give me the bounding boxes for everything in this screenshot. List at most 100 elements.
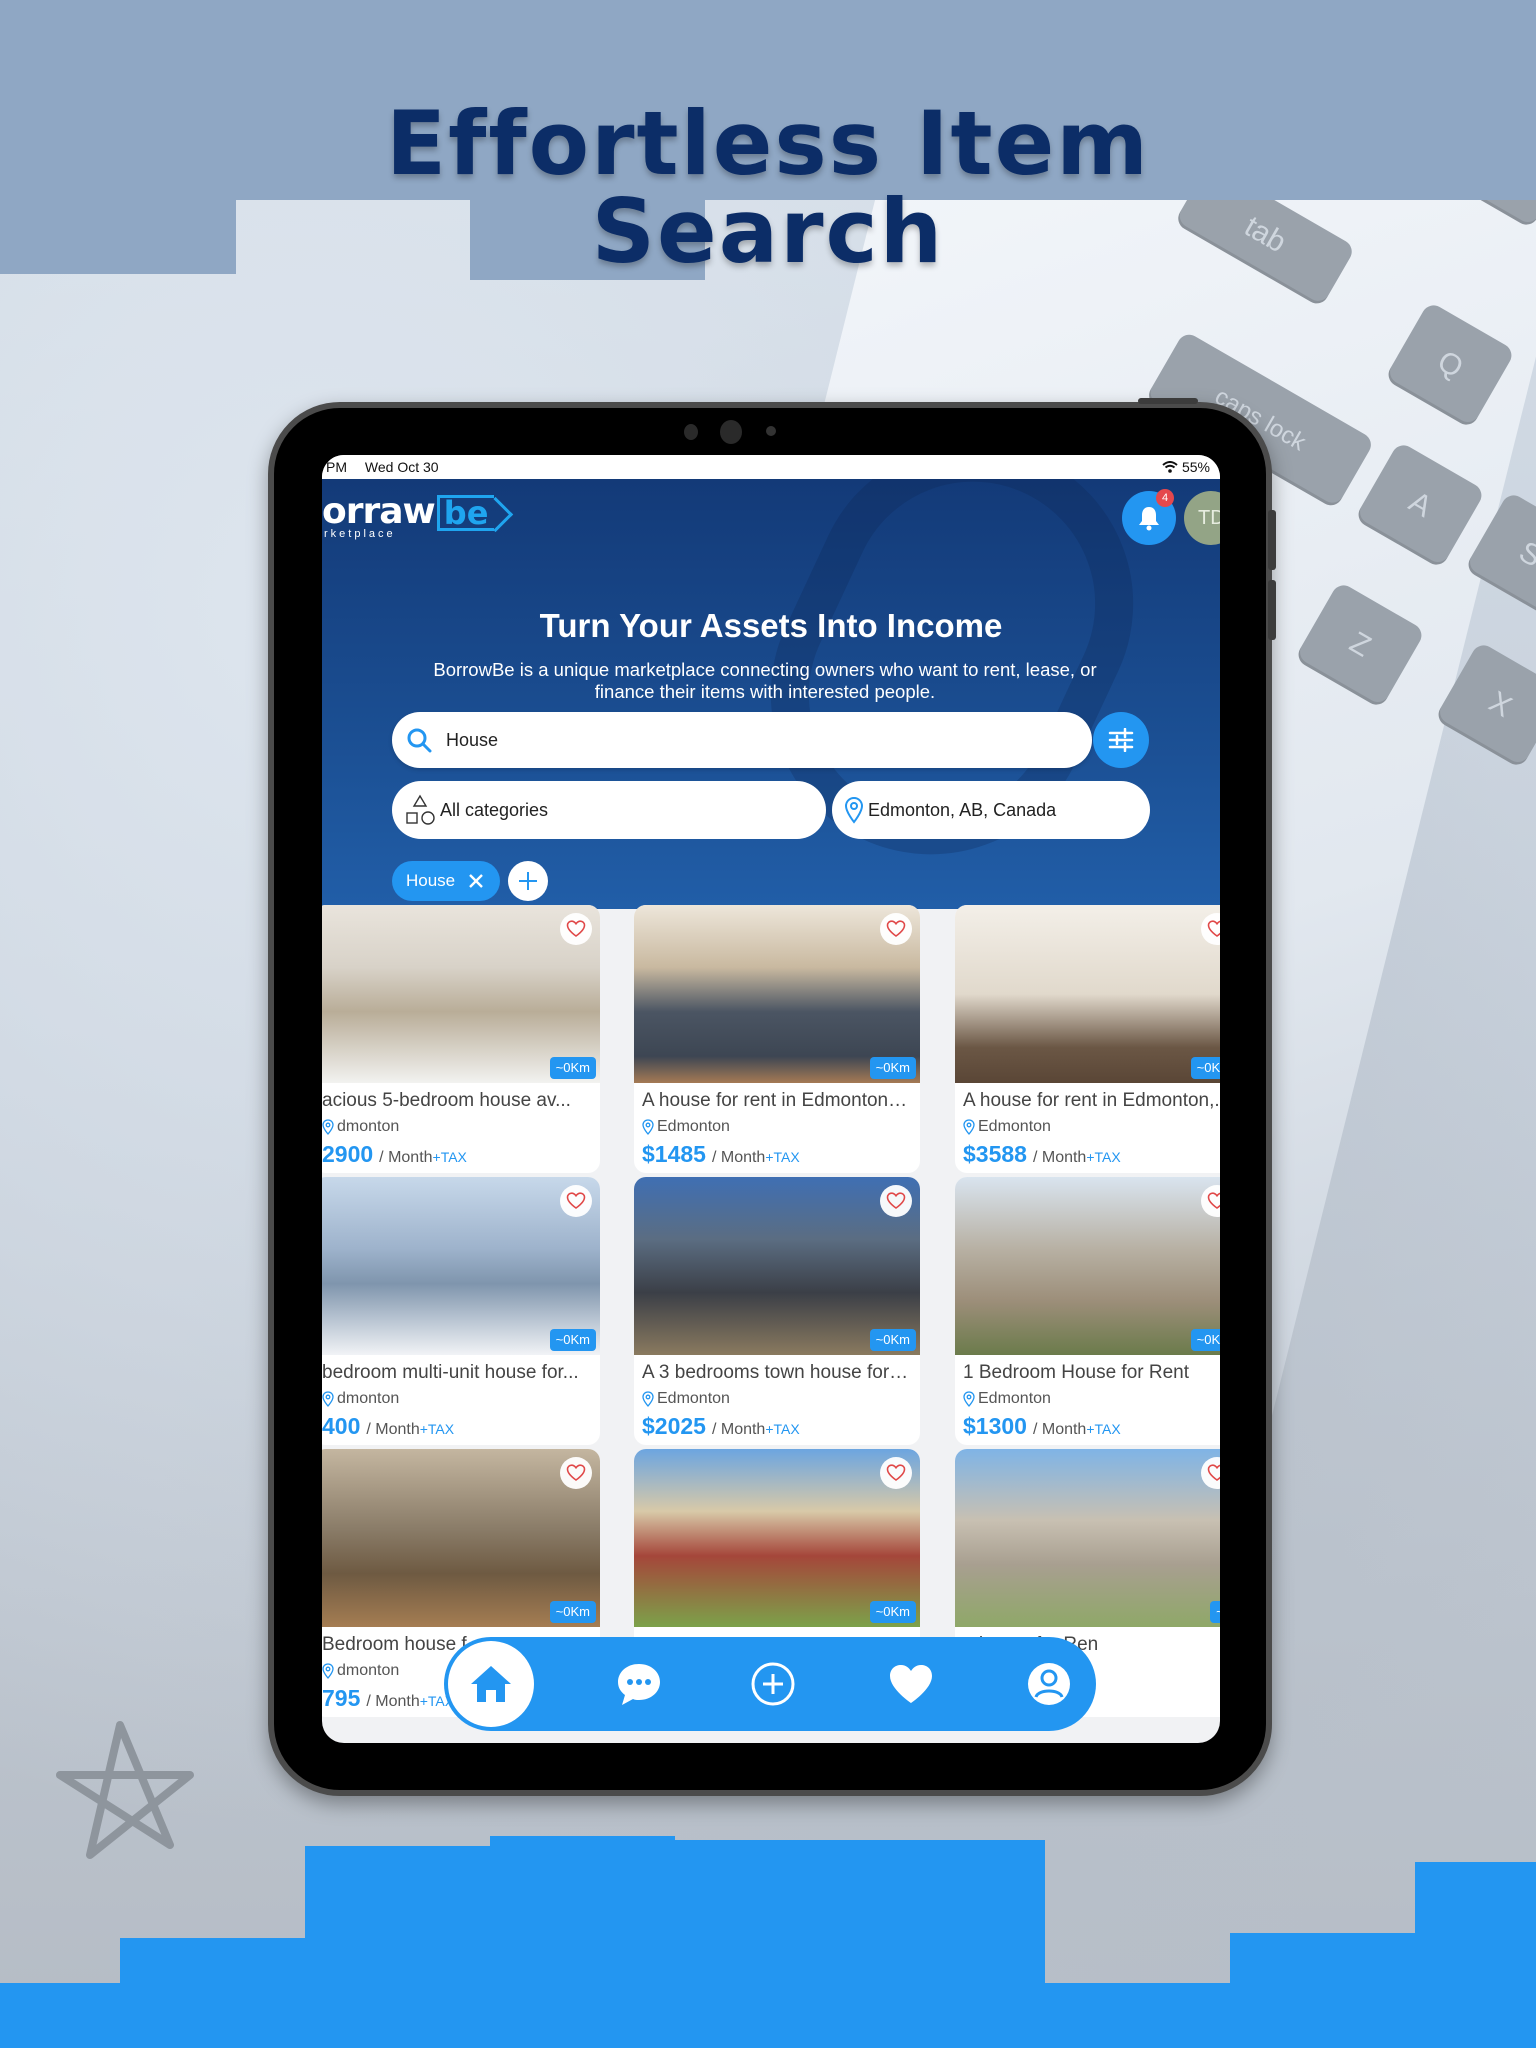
- nav-profile[interactable]: [1004, 1637, 1094, 1731]
- add-circle-icon: [751, 1662, 795, 1706]
- listing-location: Edmonton: [642, 1390, 730, 1408]
- map-pin-icon: [322, 1663, 334, 1679]
- listing-card[interactable]: ~0Km acious 5-bedroom house av... dmonto…: [322, 905, 600, 1173]
- distance-badge: ~0Km: [869, 1329, 916, 1351]
- nav-add-listing[interactable]: [728, 1637, 818, 1731]
- search-input[interactable]: House: [392, 712, 1092, 768]
- favorite-button[interactable]: [880, 913, 912, 945]
- headline-line-1: Effortless Item: [385, 92, 1151, 195]
- tablet-volume-button: [1268, 510, 1276, 570]
- listing-location: dmonton: [322, 1118, 399, 1136]
- hero-title: Turn Your Assets Into Income: [539, 607, 1003, 644]
- poster-headline: Effortless Item Search: [0, 100, 1536, 276]
- listing-price: 2900 / Month +TAX: [322, 1141, 467, 1167]
- notifications-button[interactable]: 4: [1122, 489, 1176, 545]
- listing-location: Edmonton: [963, 1118, 1051, 1136]
- distance-badge: ~0Km: [549, 1601, 596, 1623]
- bell-icon: [1139, 507, 1159, 531]
- app-screen: PM Wed Oct 30 55% orraw be rketplace 4 T: [322, 455, 1220, 1743]
- heart-outline-icon: [566, 920, 586, 937]
- listing-photo[interactable]: [955, 1449, 1220, 1627]
- bottom-navigation: [444, 1637, 1096, 1731]
- location-value: Edmonton, AB, Canada: [868, 799, 1057, 820]
- map-pin-icon: [963, 1391, 975, 1407]
- status-bar: PM Wed Oct 30 55%: [322, 455, 1220, 479]
- map-pin-icon: [322, 1391, 334, 1407]
- borrowbe-logo[interactable]: orraw be rketplace: [322, 494, 495, 540]
- plus-icon: [519, 872, 537, 890]
- listing-card[interactable]: ~0Km bedroom multi-unit house for... dmo…: [322, 1177, 600, 1445]
- heart-outline-icon: [566, 1464, 586, 1481]
- listing-location: Edmonton: [963, 1390, 1051, 1408]
- listing-location: Edmonton: [642, 1118, 730, 1136]
- listing-card[interactable]: ~0Km A 3 bedrooms town house for r... Ed…: [634, 1177, 920, 1445]
- distance-badge: ~0Km: [1190, 1329, 1220, 1351]
- key-a: A: [1354, 441, 1486, 569]
- distance-badge: ~0Km: [869, 1057, 916, 1079]
- category-select[interactable]: All categories: [392, 781, 826, 839]
- favorite-button[interactable]: [880, 1457, 912, 1489]
- shapes-icon: [406, 794, 435, 825]
- heart-outline-icon: [886, 920, 906, 937]
- tablet-volume-button: [1268, 580, 1276, 640]
- listing-title[interactable]: acious 5-bedroom house av...: [322, 1090, 592, 1112]
- listing-photo[interactable]: [955, 1177, 1220, 1355]
- tablet-camera: [720, 420, 742, 444]
- tablet-power-button: [1138, 398, 1198, 404]
- chat-bubble-icon: [618, 1664, 660, 1705]
- tablet-sensor: [684, 424, 698, 440]
- favorite-button[interactable]: [560, 1185, 592, 1217]
- listing-price: $2025 / Month +TAX: [642, 1413, 800, 1439]
- listing-card[interactable]: ~0Km A house for rent in Edmonton h... E…: [634, 905, 920, 1173]
- notification-badge: 4: [1156, 489, 1174, 507]
- listing-price: $1485 / Month +TAX: [642, 1141, 800, 1167]
- distance-badge: ~0Km: [549, 1057, 596, 1079]
- listing-title[interactable]: 1 Bedroom House for Rent: [963, 1362, 1220, 1384]
- listing-price: $3588 / Month +TAX: [963, 1141, 1121, 1167]
- map-pin-icon: [844, 796, 864, 824]
- user-avatar[interactable]: TD: [1184, 491, 1220, 545]
- listing-location: dmonton: [322, 1390, 399, 1408]
- heart-icon: [890, 1665, 932, 1703]
- category-value: All categories: [440, 799, 549, 820]
- search-value: House: [446, 729, 499, 750]
- key-z: Z: [1294, 581, 1426, 709]
- filter-button[interactable]: [1093, 712, 1149, 768]
- favorite-button[interactable]: [880, 1185, 912, 1217]
- nav-home[interactable]: [448, 1641, 534, 1727]
- map-pin-icon: [642, 1119, 654, 1135]
- map-pin-icon: [642, 1391, 654, 1407]
- bottom-blue-steps: [0, 1828, 1536, 2048]
- favorite-button[interactable]: [560, 913, 592, 945]
- profile-icon: [1028, 1663, 1070, 1705]
- map-pin-icon: [322, 1119, 334, 1135]
- listing-title[interactable]: bedroom multi-unit house for...: [322, 1362, 592, 1384]
- listing-card[interactable]: ~0Km A house for rent in Edmonton,... Ed…: [955, 905, 1220, 1173]
- listing-title[interactable]: A house for rent in Edmonton h...: [642, 1090, 912, 1112]
- close-icon[interactable]: [467, 872, 485, 890]
- nav-favorites[interactable]: [866, 1637, 956, 1731]
- key-x: X: [1434, 641, 1536, 769]
- filter-chip-house[interactable]: House: [392, 861, 500, 901]
- add-filter-button[interactable]: [508, 861, 548, 901]
- map-pin-icon: [963, 1119, 975, 1135]
- location-select[interactable]: Edmonton, AB, Canada: [832, 781, 1150, 839]
- listing-price: 400 / Month +TAX: [322, 1413, 455, 1439]
- heart-outline-icon: [886, 1192, 906, 1209]
- distance-badge: ~0Km: [549, 1329, 596, 1351]
- heart-outline-icon: [1207, 1464, 1220, 1481]
- listing-title[interactable]: A 3 bedrooms town house for r...: [642, 1362, 912, 1384]
- status-time: PM: [326, 459, 347, 475]
- home-icon: [471, 1666, 511, 1702]
- listing-card[interactable]: ~0Km 1 Bedroom House for Rent Edmonton $…: [955, 1177, 1220, 1445]
- listing-photo[interactable]: [955, 905, 1220, 1083]
- listing-title[interactable]: A house for rent in Edmonton,...: [963, 1090, 1220, 1112]
- key-q: Q: [1384, 301, 1516, 429]
- heart-outline-icon: [1207, 1192, 1220, 1209]
- battery-percent: 55%: [1181, 459, 1210, 475]
- heart-outline-icon: [566, 1192, 586, 1209]
- nav-messages[interactable]: [594, 1637, 684, 1731]
- sliders-icon: [1108, 728, 1134, 752]
- favorite-button[interactable]: [560, 1457, 592, 1489]
- listing-price: 795 / Month +TAX: [322, 1685, 455, 1711]
